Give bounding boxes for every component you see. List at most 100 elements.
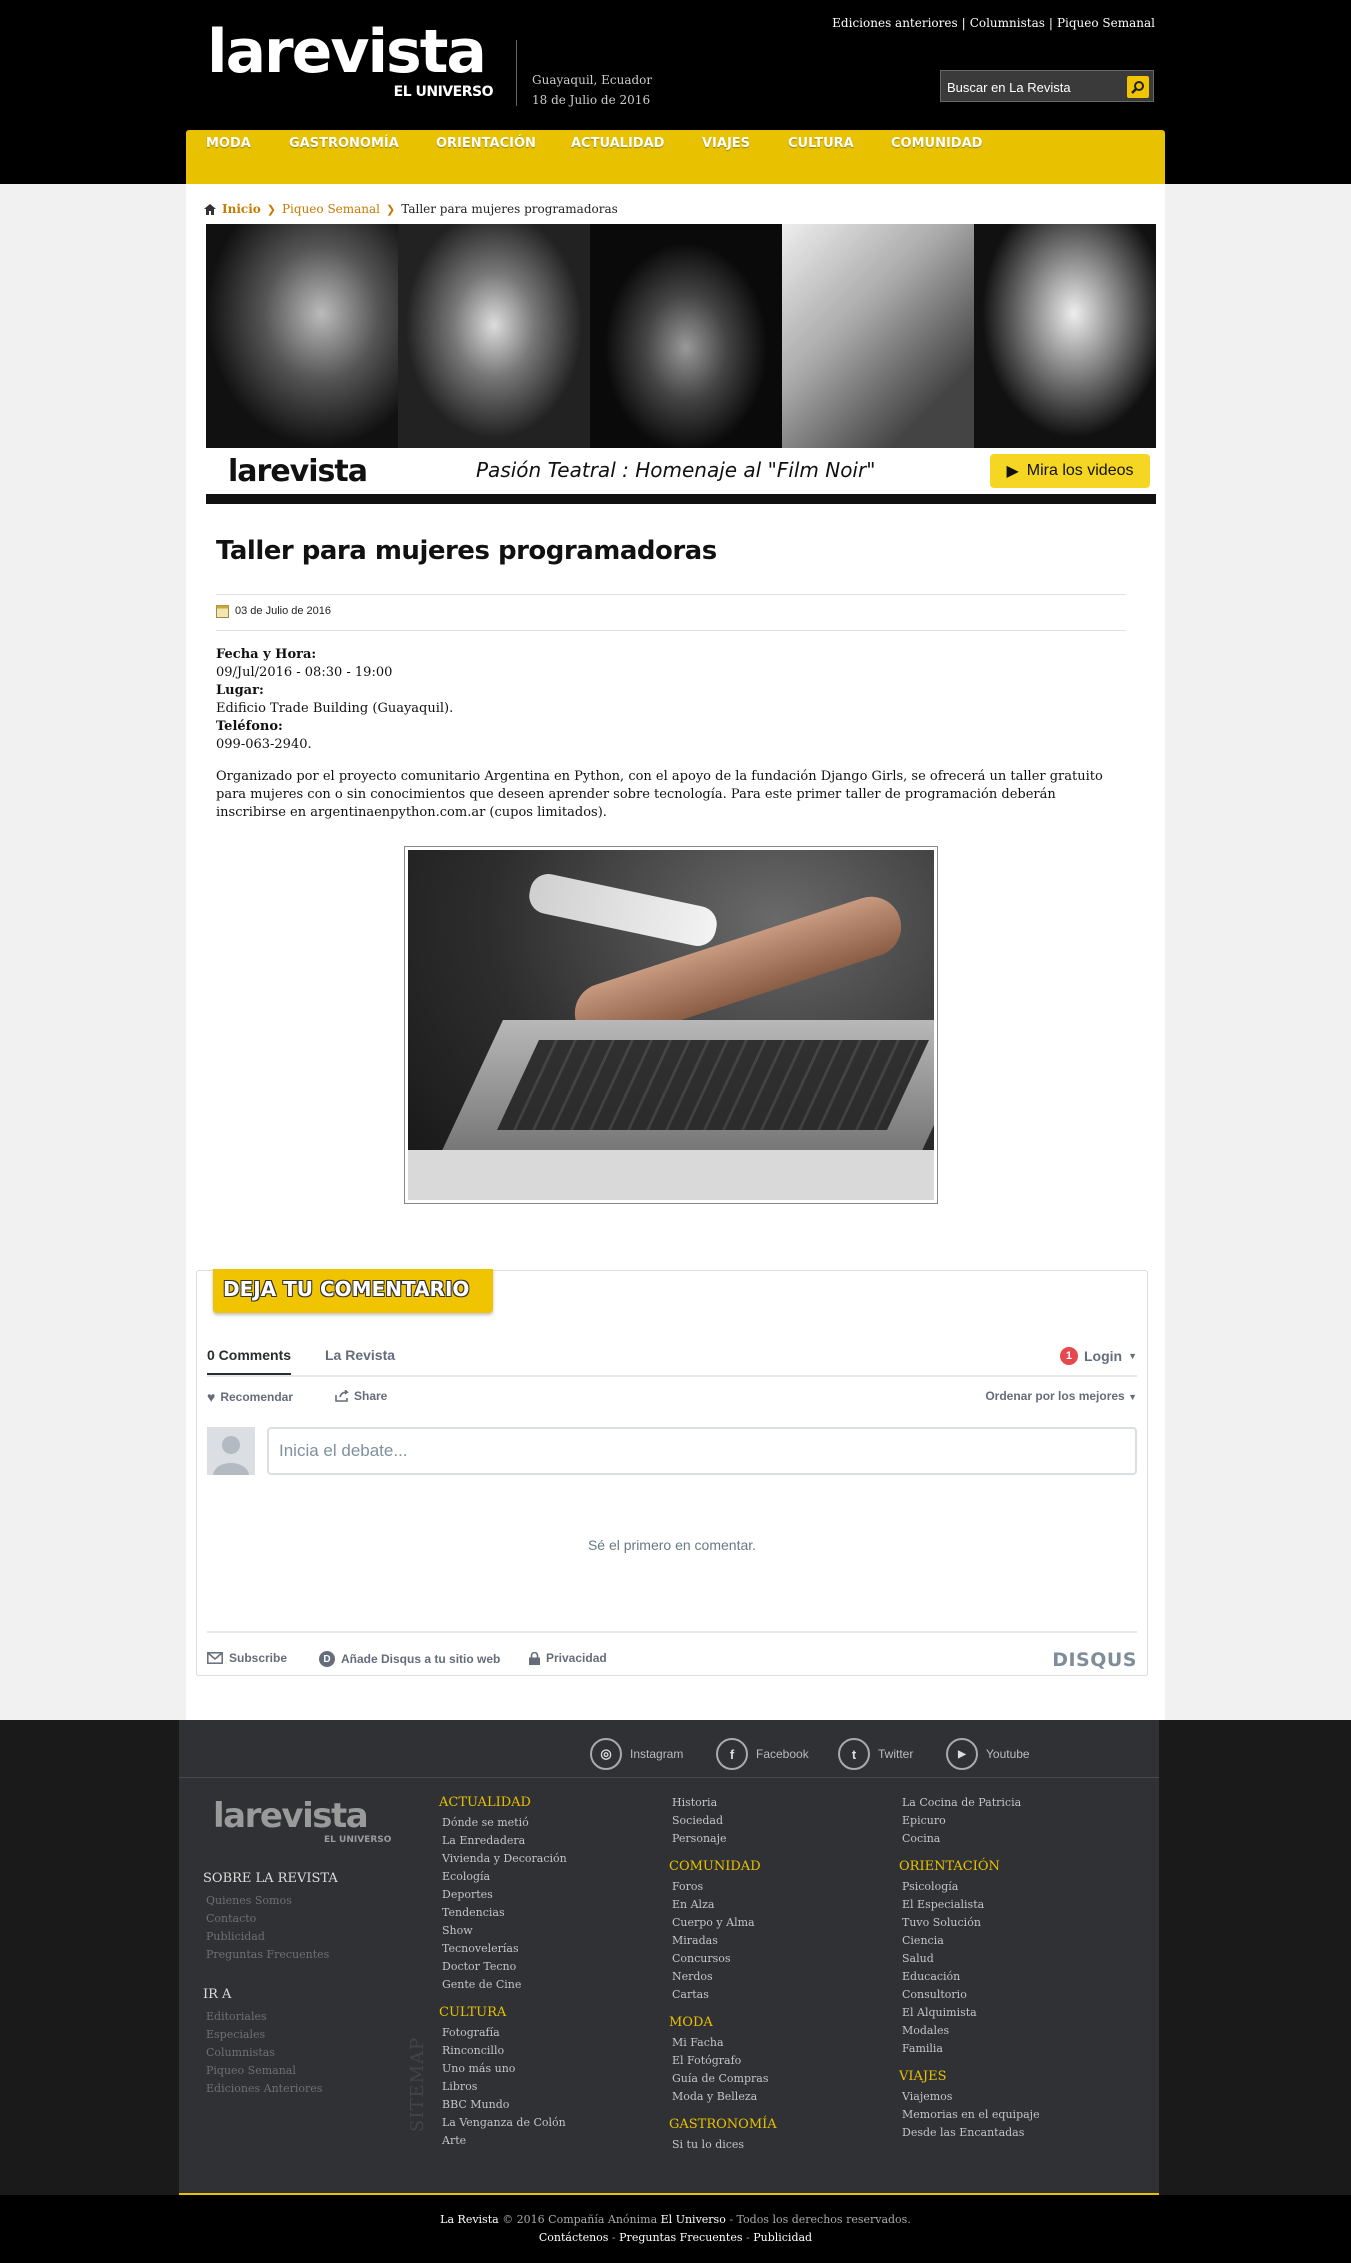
footer-link[interactable]: Rinconcillo: [439, 2042, 567, 2060]
footer-link[interactable]: Familia: [899, 2040, 1040, 2058]
footer-link[interactable]: Guía de Compras: [669, 2070, 777, 2088]
footer-link[interactable]: Salud: [899, 1950, 1040, 1968]
tab-site[interactable]: La Revista: [325, 1347, 395, 1363]
footer-link[interactable]: Personaje: [669, 1830, 777, 1848]
footer-link[interactable]: Tendencias: [439, 1904, 567, 1922]
footer-link[interactable]: Psicología: [899, 1878, 1040, 1896]
share-button[interactable]: Share: [335, 1389, 387, 1403]
nav-orientacion[interactable]: ORIENTACIÓN: [436, 136, 536, 151]
search-icon: [1131, 81, 1144, 94]
footer-link[interactable]: Epicuro: [899, 1812, 1040, 1830]
footer-link[interactable]: Memorias en el equipaje: [899, 2106, 1040, 2124]
footer-link[interactable]: Cocina: [899, 1830, 1040, 1848]
footer-link[interactable]: Ediciones Anteriores: [203, 2080, 338, 2098]
social-instagram[interactable]: ◎ Instagram: [590, 1738, 683, 1770]
footer-link[interactable]: Foros: [669, 1878, 777, 1896]
footer-link[interactable]: Historia: [669, 1794, 777, 1812]
footer-link[interactable]: Arte: [439, 2132, 567, 2150]
footer-logo[interactable]: larevista: [213, 1796, 369, 1836]
footer-link[interactable]: Concursos: [669, 1950, 777, 1968]
toplink-ediciones[interactable]: Ediciones anteriores: [832, 16, 957, 30]
sort-dropdown[interactable]: Ordenar por los mejores ▼: [985, 1389, 1137, 1403]
footer-link[interactable]: Sociedad: [669, 1812, 777, 1830]
footer-link[interactable]: Mi Facha: [669, 2034, 777, 2052]
footer-link[interactable]: Preguntas Frecuentes: [203, 1946, 338, 1964]
social-youtube[interactable]: ▶ Youtube: [946, 1738, 1030, 1770]
footer-link[interactable]: Consultorio: [899, 1986, 1040, 2004]
subscribe-link[interactable]: Subscribe: [207, 1651, 287, 1665]
footer-link[interactable]: Columnistas: [203, 2044, 338, 2062]
footer-link[interactable]: Contacto: [203, 1910, 338, 1928]
footer-link[interactable]: Show: [439, 1922, 567, 1940]
footer-link[interactable]: Desde las Encantadas: [899, 2124, 1040, 2142]
privacy-link[interactable]: Privacidad: [529, 1651, 607, 1665]
footer-link[interactable]: Cuerpo y Alma: [669, 1914, 777, 1932]
footer-link[interactable]: Educación: [899, 1968, 1040, 1986]
toplink-columnistas[interactable]: Columnistas: [970, 16, 1045, 30]
recommend-label: Recomendar: [220, 1390, 294, 1404]
footer-link[interactable]: BBC Mundo: [439, 2096, 567, 2114]
footer-link[interactable]: Publicidad: [203, 1928, 338, 1946]
site-footer: ◎ Instagram f Facebook t Twitter ▶ Youtu…: [0, 1720, 1351, 2195]
divider: [216, 594, 1126, 595]
footer-link[interactable]: El Alquimista: [899, 2004, 1040, 2022]
search-input[interactable]: [947, 77, 1117, 97]
footer-link[interactable]: El Fotógrafo: [669, 2052, 777, 2070]
footer-link[interactable]: Modales: [899, 2022, 1040, 2040]
main-content: Inicio ❯ Piqueo Semanal ❯ Taller para mu…: [186, 184, 1165, 1720]
footer-link[interactable]: Ecología: [439, 1868, 567, 1886]
footer-link[interactable]: Uno más uno: [439, 2060, 567, 2078]
social-facebook[interactable]: f Facebook: [716, 1738, 809, 1770]
breadcrumb-section[interactable]: Piqueo Semanal: [282, 202, 380, 216]
login-menu[interactable]: 1 Login ▼: [1059, 1347, 1137, 1365]
footer-link[interactable]: Si tu lo dices: [669, 2136, 777, 2154]
recommend-button[interactable]: ♥ Recomendar: [207, 1389, 293, 1405]
footer-link[interactable]: Cartas: [669, 1986, 777, 2004]
footer-link[interactable]: Tuvo Solución: [899, 1914, 1040, 1932]
footer-link[interactable]: Fotografía: [439, 2024, 567, 2042]
footer-link[interactable]: Gente de Cine: [439, 1976, 567, 1994]
toplink-piqueo[interactable]: Piqueo Semanal: [1057, 16, 1155, 30]
footer-link[interactable]: Quienes Somos: [203, 1892, 338, 1910]
disqus-logo[interactable]: DISQUS: [1052, 1649, 1137, 1671]
banner-video-button[interactable]: ▶ Mira los videos: [990, 454, 1150, 488]
footer-link[interactable]: Viajemos: [899, 2088, 1040, 2106]
bottom-link-publicidad[interactable]: Publicidad: [753, 2231, 812, 2244]
nav-actualidad[interactable]: ACTUALIDAD: [571, 136, 664, 151]
nav-moda[interactable]: MODA: [206, 136, 251, 151]
nav-gastronomia[interactable]: GASTRONOMÍA: [289, 136, 399, 151]
footer-link[interactable]: Dónde se metió: [439, 1814, 567, 1832]
breadcrumb-home[interactable]: Inicio: [222, 202, 261, 216]
footer-link[interactable]: El Especialista: [899, 1896, 1040, 1914]
footer-link[interactable]: La Venganza de Colón: [439, 2114, 567, 2132]
footer-link[interactable]: La Enredadera: [439, 1832, 567, 1850]
comment-input[interactable]: Inicia el debate...: [267, 1427, 1137, 1475]
footer-link[interactable]: La Cocina de Patricia: [899, 1794, 1040, 1812]
footer-link[interactable]: Nerdos: [669, 1968, 777, 1986]
footer-link[interactable]: Piqueo Semanal: [203, 2062, 338, 2080]
tab-comments[interactable]: 0 Comments: [207, 1347, 292, 1375]
bottom-link-contacto[interactable]: Contáctenos: [539, 2231, 609, 2244]
footer-link[interactable]: Vivienda y Decoración: [439, 1850, 567, 1868]
footer-link[interactable]: Deportes: [439, 1886, 567, 1904]
social-label: Facebook: [756, 1747, 809, 1761]
footer-link[interactable]: Doctor Tecno: [439, 1958, 567, 1976]
footer-link[interactable]: Especiales: [203, 2026, 338, 2044]
nav-viajes[interactable]: VIAJES: [702, 136, 750, 151]
footer-link[interactable]: Miradas: [669, 1932, 777, 1950]
footer-link[interactable]: En Alza: [669, 1896, 777, 1914]
footer-link[interactable]: Tecnovelerías: [439, 1940, 567, 1958]
social-twitter[interactable]: t Twitter: [838, 1738, 913, 1770]
footer-link[interactable]: Libros: [439, 2078, 567, 2096]
footer-link[interactable]: Editoriales: [203, 2008, 338, 2026]
logo-subtitle: EL UNIVERSO: [393, 84, 494, 100]
bottom-link-preguntas[interactable]: Preguntas Frecuentes: [619, 2231, 742, 2244]
footer-link[interactable]: Ciencia: [899, 1932, 1040, 1950]
nav-comunidad[interactable]: COMUNIDAD: [891, 136, 982, 151]
footer-link[interactable]: Moda y Belleza: [669, 2088, 777, 2106]
add-disqus-link[interactable]: D Añade Disqus a tu sitio web: [319, 1651, 500, 1667]
search-button[interactable]: [1127, 76, 1149, 98]
site-logo[interactable]: larevista EL UNIVERSO: [207, 22, 497, 108]
nav-cultura[interactable]: CULTURA: [788, 136, 854, 151]
promo-banner[interactable]: larevista Pasión Teatral : Homenaje al "…: [206, 224, 1156, 504]
